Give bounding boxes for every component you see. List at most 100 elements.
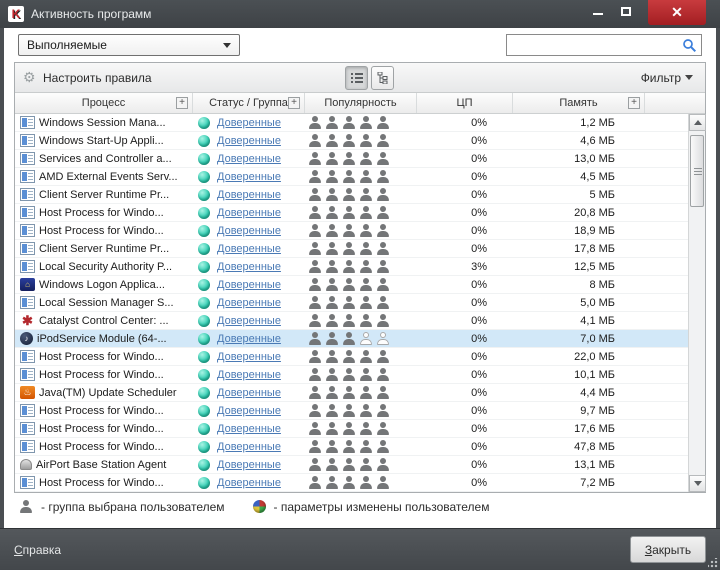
table-row[interactable]: Host Process for Windo... Доверенные 0% … xyxy=(15,474,688,492)
trusted-group-link[interactable]: Доверенные xyxy=(217,459,281,471)
status-cell: Доверенные xyxy=(193,242,305,255)
search-icon[interactable] xyxy=(682,38,697,53)
table-row[interactable]: Host Process for Windo... Доверенные 0% … xyxy=(15,402,688,420)
trusted-group-link[interactable]: Доверенные xyxy=(217,117,281,129)
trusted-group-link[interactable]: Доверенные xyxy=(217,297,281,309)
search-input[interactable] xyxy=(511,38,682,52)
cpu-cell: 0% xyxy=(471,314,487,327)
close-icon: ✕ xyxy=(671,4,683,20)
expand-column-icon[interactable]: + xyxy=(288,97,300,109)
trusted-group-link[interactable]: Доверенные xyxy=(217,369,281,381)
table-row[interactable]: ⌂ Windows Logon Applica... Доверенные 0%… xyxy=(15,276,688,294)
trusted-group-link[interactable]: Доверенные xyxy=(217,171,281,183)
tree-view-button[interactable] xyxy=(371,65,394,90)
person-icon xyxy=(326,440,339,453)
status-cell: Доверенные xyxy=(193,116,305,129)
table-row[interactable]: AirPort Base Station Agent Доверенные 0%… xyxy=(15,456,688,474)
configure-rules-button[interactable]: ⚙ Настроить правила xyxy=(23,70,152,85)
process-type-select[interactable]: Выполняемые xyxy=(18,34,240,56)
trusted-group-link[interactable]: Доверенные xyxy=(217,279,281,291)
column-header-process-label: Процесс xyxy=(81,97,126,109)
app-icon xyxy=(20,170,35,183)
list-view-button[interactable] xyxy=(345,65,368,90)
trusted-group-link[interactable]: Доверенные xyxy=(217,315,281,327)
status-cell: Доверенные xyxy=(193,386,305,399)
column-header-filler xyxy=(645,93,705,113)
person-icon xyxy=(360,368,373,381)
trusted-group-link[interactable]: Доверенные xyxy=(217,153,281,165)
titlebar: K Активность программ ✕ xyxy=(0,0,720,28)
status-orb-icon xyxy=(198,332,210,345)
table-row[interactable]: Host Process for Windo... Доверенные 0% … xyxy=(15,348,688,366)
trusted-group-link[interactable]: Доверенные xyxy=(217,189,281,201)
close-dialog-button[interactable]: Закрыть xyxy=(630,536,706,563)
process-name: AMD External Events Serv... xyxy=(39,170,178,183)
app-icon: ♨ xyxy=(20,386,35,399)
scrollbar-thumb[interactable] xyxy=(690,135,704,207)
filter-strip: Выполняемые xyxy=(4,28,716,62)
process-cell: Client Server Runtime Pr... xyxy=(15,242,193,255)
table-row[interactable]: Host Process for Windo... Доверенные 0% … xyxy=(15,438,688,456)
trusted-group-link[interactable]: Доверенные xyxy=(217,351,281,363)
table-row[interactable]: Local Security Authority P... Доверенные… xyxy=(15,258,688,276)
trusted-group-link[interactable]: Доверенные xyxy=(217,333,281,345)
trusted-group-link[interactable]: Доверенные xyxy=(217,261,281,273)
status-orb-icon xyxy=(198,404,210,417)
filter-dropdown[interactable]: Фильтр xyxy=(641,71,697,85)
expand-column-icon[interactable]: + xyxy=(176,97,188,109)
table-row[interactable]: Windows Start-Up Appli... Доверенные 0% … xyxy=(15,132,688,150)
column-header-cpu[interactable]: ЦП xyxy=(417,93,513,113)
process-panel: ⚙ Настроить правила Фильтр Процесс + Ста… xyxy=(14,62,706,493)
table-row[interactable]: ♪ iPodService Module (64-... Доверенные … xyxy=(15,330,688,348)
trusted-group-link[interactable]: Доверенные xyxy=(217,405,281,417)
maximize-button[interactable] xyxy=(612,0,640,22)
app-icon xyxy=(20,134,35,147)
process-name: Host Process for Windo... xyxy=(39,368,164,381)
column-header-memory[interactable]: Память + xyxy=(513,93,645,113)
trusted-group-link[interactable]: Доверенные xyxy=(217,243,281,255)
table-row[interactable]: ♨ Java(TM) Update Scheduler Доверенные 0… xyxy=(15,384,688,402)
person-icon xyxy=(360,134,373,147)
process-name: Local Security Authority P... xyxy=(39,260,173,273)
scroll-down-button[interactable] xyxy=(689,475,706,492)
table-row[interactable]: Host Process for Windo... Доверенные 0% … xyxy=(15,204,688,222)
cpu-cell: 0% xyxy=(471,278,487,291)
scroll-up-button[interactable] xyxy=(689,114,706,131)
trusted-group-link[interactable]: Доверенные xyxy=(217,423,281,435)
minimize-button[interactable] xyxy=(584,0,612,22)
table-row[interactable]: Client Server Runtime Pr... Доверенные 0… xyxy=(15,186,688,204)
table-row[interactable]: ✱ Catalyst Control Center: ... Доверенны… xyxy=(15,312,688,330)
trusted-group-link[interactable]: Доверенные xyxy=(217,441,281,453)
column-header-process[interactable]: Процесс + xyxy=(15,93,193,113)
help-link[interactable]: Справка xyxy=(14,543,61,557)
column-header-status[interactable]: Статус / Группа + xyxy=(193,93,305,113)
table-row[interactable]: Local Session Manager S... Доверенные 0%… xyxy=(15,294,688,312)
process-name: Client Server Runtime Pr... xyxy=(39,188,170,201)
memory-cell: 7,2 МБ xyxy=(580,476,615,489)
table-row[interactable]: Host Process for Windo... Доверенные 0% … xyxy=(15,222,688,240)
legend: - группа выбрана пользователем - парамет… xyxy=(4,493,716,520)
table-row[interactable]: Client Server Runtime Pr... Доверенные 0… xyxy=(15,240,688,258)
person-icon xyxy=(326,314,339,327)
resize-grip[interactable] xyxy=(708,558,718,568)
column-header-popularity[interactable]: Популярность xyxy=(305,93,417,113)
vertical-scrollbar[interactable] xyxy=(688,114,706,492)
expand-column-icon[interactable]: + xyxy=(628,97,640,109)
table-row[interactable]: Host Process for Windo... Доверенные 0% … xyxy=(15,366,688,384)
table-row[interactable]: Host Process for Windo... Доверенные 0% … xyxy=(15,420,688,438)
trusted-group-link[interactable]: Доверенные xyxy=(217,135,281,147)
process-name: iPodService Module (64-... xyxy=(37,332,167,345)
trusted-group-link[interactable]: Доверенные xyxy=(217,225,281,237)
trusted-group-link[interactable]: Доверенные xyxy=(217,207,281,219)
table-row[interactable]: Windows Session Mana... Доверенные 0% 1,… xyxy=(15,114,688,132)
table-row[interactable]: Services and Controller a... Доверенные … xyxy=(15,150,688,168)
trusted-group-link[interactable]: Доверенные xyxy=(217,477,281,489)
table-row[interactable]: AMD External Events Serv... Доверенные 0… xyxy=(15,168,688,186)
person-icon xyxy=(309,116,322,129)
cpu-cell: 3% xyxy=(471,260,487,273)
trusted-group-link[interactable]: Доверенные xyxy=(217,387,281,399)
close-button[interactable]: ✕ xyxy=(648,0,706,25)
person-icon xyxy=(309,368,322,381)
filter-label: Фильтр xyxy=(640,70,681,85)
popularity-cell xyxy=(305,440,417,453)
